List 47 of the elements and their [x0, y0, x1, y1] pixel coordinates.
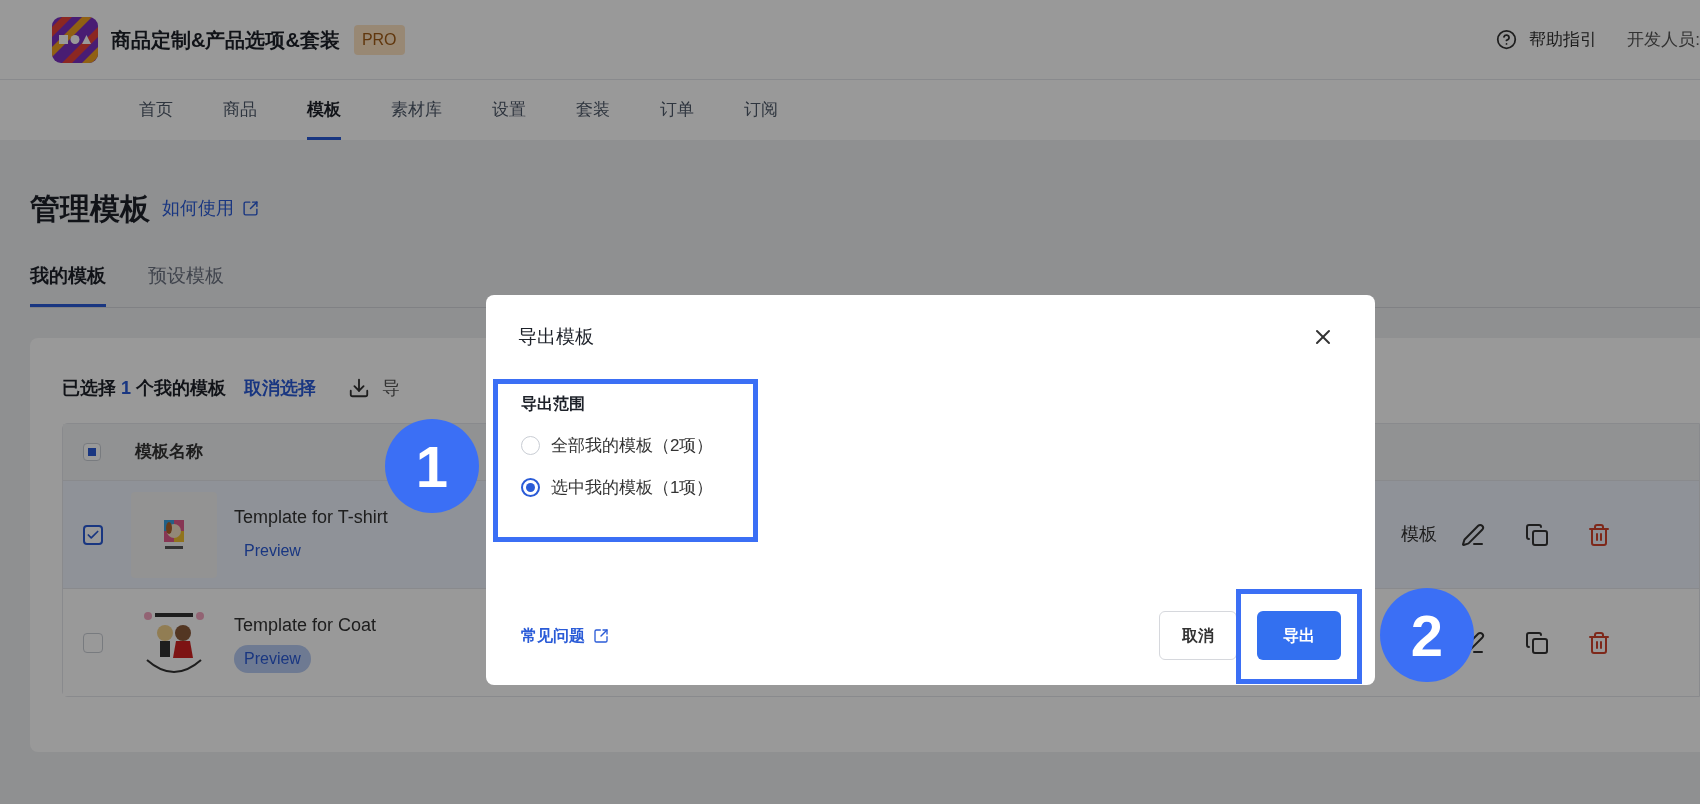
download-icon[interactable]	[348, 377, 371, 399]
app-logo-icon	[52, 16, 98, 63]
edit-icon[interactable]	[1461, 522, 1485, 547]
help-icon[interactable]	[1496, 29, 1518, 50]
cancel-button[interactable]: 取消	[1159, 611, 1237, 660]
nav-tab[interactable]: 首页	[139, 80, 173, 140]
use-template-link[interactable]: 模板	[1401, 521, 1437, 548]
faq-link[interactable]: 常见问题	[521, 623, 585, 648]
export-action[interactable]: 导	[382, 374, 401, 402]
clear-selection-link[interactable]: 取消选择	[244, 374, 317, 402]
scope-option[interactable]: 全部我的模板（2项）	[521, 432, 1375, 458]
scope-option[interactable]: 选中我的模板（1项）	[521, 475, 1375, 501]
plan-badge: PRO	[353, 24, 405, 55]
template-name: Template for T-shirt	[234, 506, 388, 529]
delete-icon[interactable]	[1587, 630, 1611, 655]
developer-label: 开发人员:	[1627, 28, 1700, 51]
nav-tab[interactable]: 商品	[223, 80, 257, 140]
nav-tab[interactable]: 设置	[492, 80, 526, 140]
radio-button[interactable]	[521, 478, 540, 498]
page-title: 管理模板	[30, 190, 150, 227]
nav-tab[interactable]: 模板	[307, 80, 341, 140]
selection-summary: 已选择 1 个我的模板	[62, 376, 227, 400]
external-link-icon[interactable]	[593, 627, 609, 644]
export-button[interactable]: 导出	[1257, 611, 1341, 660]
how-to-link[interactable]: 如何使用	[162, 194, 234, 222]
nav-tab[interactable]: 订阅	[744, 80, 778, 140]
template-tab[interactable]: 预设模板	[148, 248, 224, 307]
section-label: 导出范围	[521, 393, 586, 414]
nav-tab[interactable]: 订单	[660, 80, 694, 140]
select-all-checkbox[interactable]	[83, 443, 101, 461]
template-tab[interactable]: 我的模板	[30, 248, 106, 307]
row-checkbox[interactable]	[83, 524, 103, 545]
option-label: 选中我的模板（1项）	[551, 477, 714, 499]
template-name: Template for Coat	[234, 614, 377, 637]
help-link[interactable]: 帮助指引	[1529, 26, 1598, 53]
copy-icon[interactable]	[1525, 630, 1549, 655]
copy-icon[interactable]	[1525, 522, 1549, 547]
preview-link[interactable]: Preview	[234, 537, 311, 565]
option-label: 全部我的模板（2项）	[551, 434, 714, 457]
external-link-icon[interactable]	[242, 199, 259, 217]
dialog-title: 导出模板	[518, 325, 594, 349]
app-name: 商品定制&产品选项&套装	[111, 27, 340, 53]
delete-icon[interactable]	[1587, 522, 1611, 547]
nav-tab[interactable]: 素材库	[391, 80, 442, 140]
column-header: 模板名称	[135, 441, 203, 464]
nav-tab[interactable]: 套装	[576, 80, 610, 140]
preview-link[interactable]: Preview	[234, 645, 311, 673]
